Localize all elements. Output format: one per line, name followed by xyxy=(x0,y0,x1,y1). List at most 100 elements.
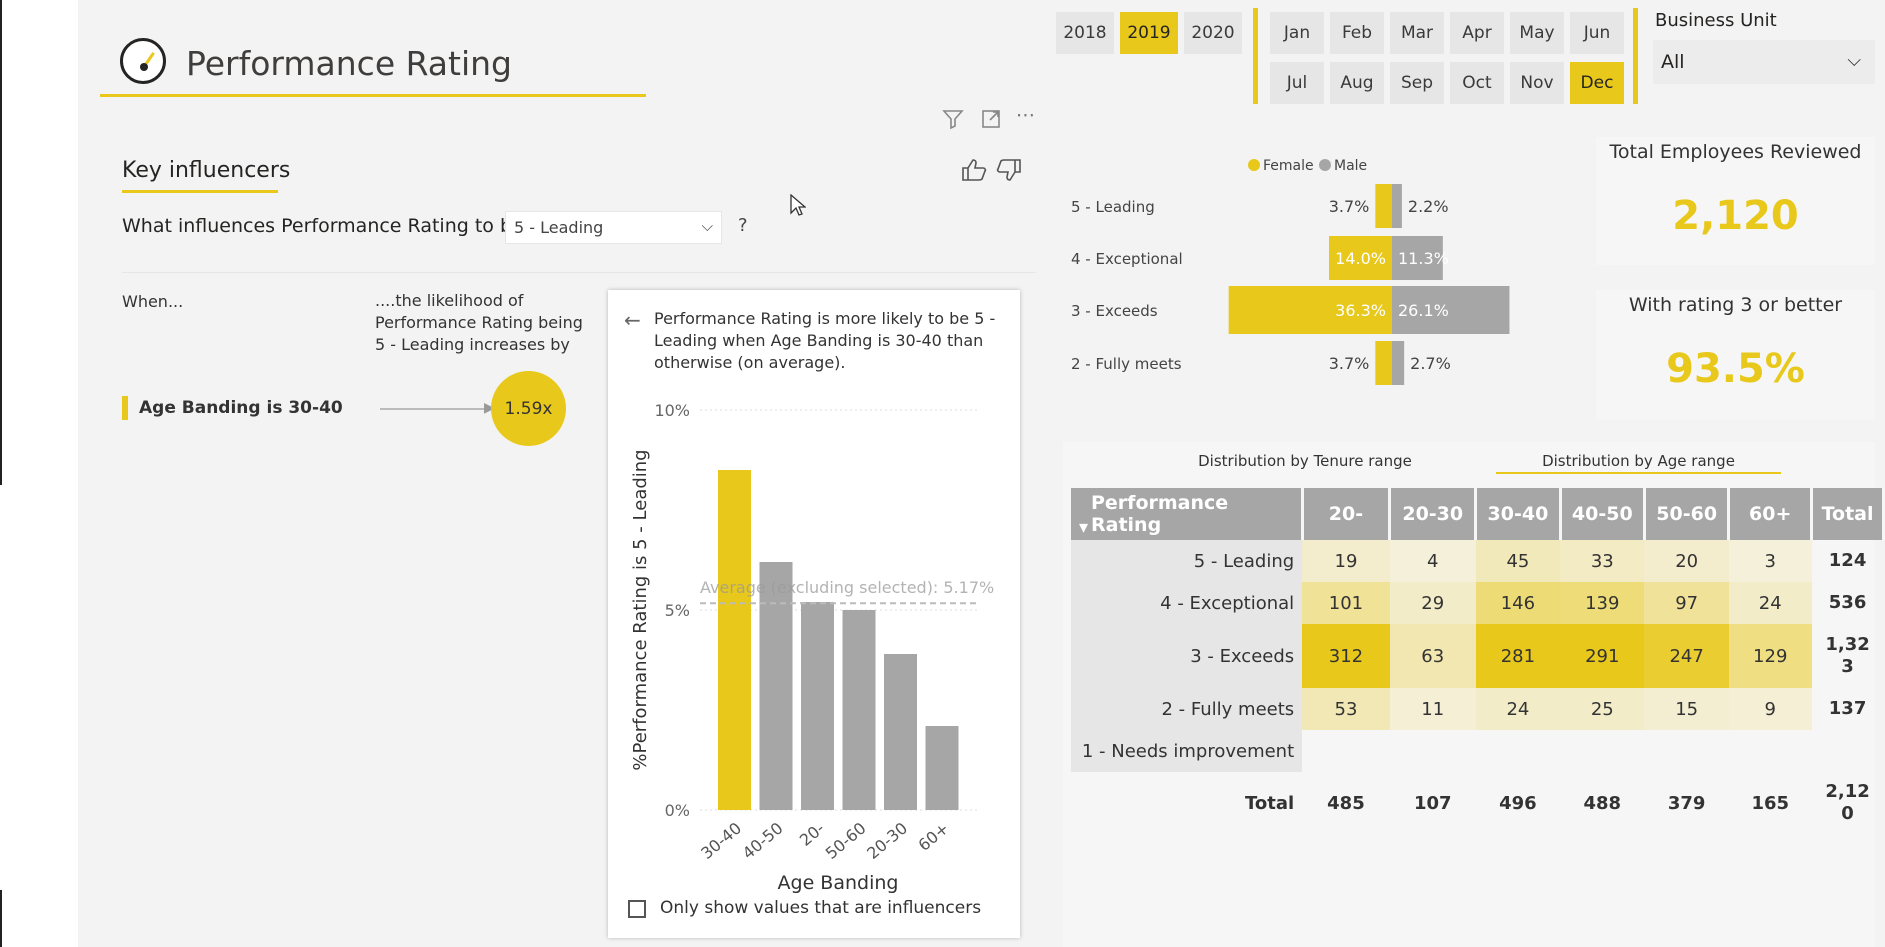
column-header[interactable]: 50-60 xyxy=(1644,488,1731,540)
x-tick-label: 40-50 xyxy=(739,819,787,863)
window-edge xyxy=(0,0,2,485)
male-bar xyxy=(1392,184,1402,228)
month-button-jun[interactable]: Jun xyxy=(1570,12,1624,54)
table-cell: 146 xyxy=(1475,582,1561,624)
table-cell: 19 xyxy=(1302,540,1390,582)
female-bar xyxy=(1375,184,1392,228)
likelihood-label: ....the likelihood of Performance Rating… xyxy=(375,291,583,354)
sort-caret-icon[interactable]: ▾ xyxy=(1079,517,1088,538)
bar-60+ xyxy=(925,726,959,810)
row-header[interactable]: 2 - Fully meets xyxy=(1071,688,1303,730)
row-header[interactable]: 5 - Leading xyxy=(1071,540,1303,582)
male-bar xyxy=(1392,341,1405,385)
x-tick-label: 50-60 xyxy=(822,819,870,863)
row-label: 4 - Exceptional xyxy=(1071,250,1183,268)
title-underline xyxy=(100,94,646,97)
table-cell: 25 xyxy=(1560,688,1645,730)
row-total-cell: 1,32 3 xyxy=(1825,634,1870,677)
table-cell: 53 xyxy=(1302,688,1390,730)
x-tick-label: 20- xyxy=(796,819,828,850)
chevron-down-icon: ⌵ xyxy=(701,217,713,235)
male-value-label: 11.3% xyxy=(1398,249,1449,268)
row-header[interactable]: 3 - Exceeds xyxy=(1071,624,1303,688)
influencer-label[interactable]: Age Banding is 30-40 xyxy=(139,398,343,418)
kpi-card-rating-3-or-better: With rating 3 or better 93.5% xyxy=(1596,290,1875,420)
when-label: When... xyxy=(122,292,184,311)
y-tick-label: 0% xyxy=(665,801,690,820)
table-row: 2 - Fully meets 53 11 24 25 15 9 137 xyxy=(1071,688,1884,730)
thumbs-up-icon[interactable] xyxy=(961,158,987,188)
more-options-icon[interactable]: ⋯ xyxy=(1016,104,1035,126)
left-window-strip xyxy=(0,0,78,947)
month-button-dec[interactable]: Dec xyxy=(1570,62,1624,104)
kpi-title: Total Employees Reviewed xyxy=(1609,141,1862,163)
table-cell: 129 xyxy=(1728,624,1812,688)
column-header-performance-rating[interactable]: Performance Rating ▾ xyxy=(1071,488,1304,540)
arrow-left-icon[interactable]: ← xyxy=(624,308,641,332)
table-cell: 247 xyxy=(1644,624,1729,688)
checkbox-label: Only show values that are influencers xyxy=(660,898,982,918)
month-button-aug[interactable]: Aug xyxy=(1330,62,1384,104)
row-header[interactable]: 4 - Exceptional xyxy=(1071,582,1303,624)
male-value-label: 26.1% xyxy=(1398,301,1449,320)
total-cell: 488 xyxy=(1583,792,1622,814)
table-cell: 291 xyxy=(1560,624,1645,688)
table-cell: 24 xyxy=(1475,688,1561,730)
year-button-2018[interactable]: 2018 xyxy=(1056,12,1114,54)
business-unit-label: Business Unit xyxy=(1655,10,1777,31)
focus-mode-icon[interactable] xyxy=(980,108,1002,135)
column-header[interactable]: 60+ xyxy=(1728,488,1814,540)
month-button-oct[interactable]: Oct xyxy=(1450,62,1504,104)
y-tick-label: 5% xyxy=(665,601,690,620)
month-button-mar[interactable]: Mar xyxy=(1390,12,1444,54)
year-button-2020[interactable]: 2020 xyxy=(1184,12,1242,54)
filter-icon[interactable] xyxy=(942,108,964,135)
table-cell xyxy=(1644,730,1728,772)
row-label: 5 - Leading xyxy=(1071,198,1155,216)
year-button-2019[interactable]: 2019 xyxy=(1120,12,1178,54)
gender-diverging-bar-chart: Female Male 5 - Leading 3.7% 2.2% 4 - Excepti… xyxy=(1071,158,1510,385)
column-header[interactable]: 20-30 xyxy=(1389,488,1478,540)
table-cell: 11 xyxy=(1389,688,1476,730)
table-cell: 97 xyxy=(1644,582,1729,624)
target-value-dropdown[interactable]: 5 - Leading ⌵ xyxy=(505,211,722,244)
table-row: 3 - Exceeds 312 63 281 291 247 129 1,32 3 xyxy=(1071,624,1884,688)
bar-30-40 xyxy=(718,470,751,810)
slicer-divider xyxy=(1633,8,1638,104)
x-axis-title: Age Banding xyxy=(778,872,899,894)
kpi-value: 2,120 xyxy=(1672,193,1799,239)
divider xyxy=(122,272,1036,273)
female-value-label: 14.0% xyxy=(1335,249,1386,268)
target-value: 5 - Leading xyxy=(514,218,604,237)
month-button-jul[interactable]: Jul xyxy=(1270,62,1324,104)
month-button-nov[interactable]: Nov xyxy=(1510,62,1564,104)
column-header[interactable]: Total xyxy=(1811,488,1885,540)
month-button-feb[interactable]: Feb xyxy=(1330,12,1384,54)
row-header[interactable]: 1 - Needs improvement xyxy=(1071,730,1303,772)
male-value-label: 2.2% xyxy=(1408,197,1449,216)
month-button-sep[interactable]: Sep xyxy=(1390,62,1444,104)
column-header[interactable]: 40-50 xyxy=(1560,488,1646,540)
business-unit-dropdown[interactable]: All ⌵ xyxy=(1653,40,1875,84)
month-button-may[interactable]: May xyxy=(1510,12,1564,54)
mouse-cursor-icon xyxy=(790,193,807,224)
bar-50-60 xyxy=(842,610,876,810)
month-button-apr[interactable]: Apr xyxy=(1450,12,1504,54)
column-header[interactable]: 20- xyxy=(1302,488,1392,540)
tab-tenure-range[interactable]: Distribution by Tenure range xyxy=(1080,452,1530,470)
influencers-only-checkbox[interactable] xyxy=(628,900,646,918)
chevron-down-icon: ⌵ xyxy=(1847,50,1861,71)
influence-bubble[interactable]: 1.59x xyxy=(491,371,566,446)
distribution-matrix: Performance Rating ▾ 20- 20-30 30-40 40-50 50-… xyxy=(1071,488,1885,834)
kpi-value: 93.5% xyxy=(1666,346,1805,392)
thumbs-down-icon[interactable] xyxy=(996,158,1022,188)
tab-age-range[interactable]: Distribution by Age range xyxy=(1496,452,1781,470)
grand-total-cell: 2,12 0 xyxy=(1825,781,1870,824)
month-button-jan[interactable]: Jan xyxy=(1270,12,1324,54)
x-tick-label: 20-30 xyxy=(863,819,911,863)
column-header[interactable]: 30-40 xyxy=(1475,488,1562,540)
table-cell: 101 xyxy=(1302,582,1390,624)
page-title: Performance Rating xyxy=(186,44,513,83)
total-cell: 379 xyxy=(1667,792,1706,814)
y-axis-title: %Performance Rating is 5 - Leading xyxy=(630,449,651,770)
